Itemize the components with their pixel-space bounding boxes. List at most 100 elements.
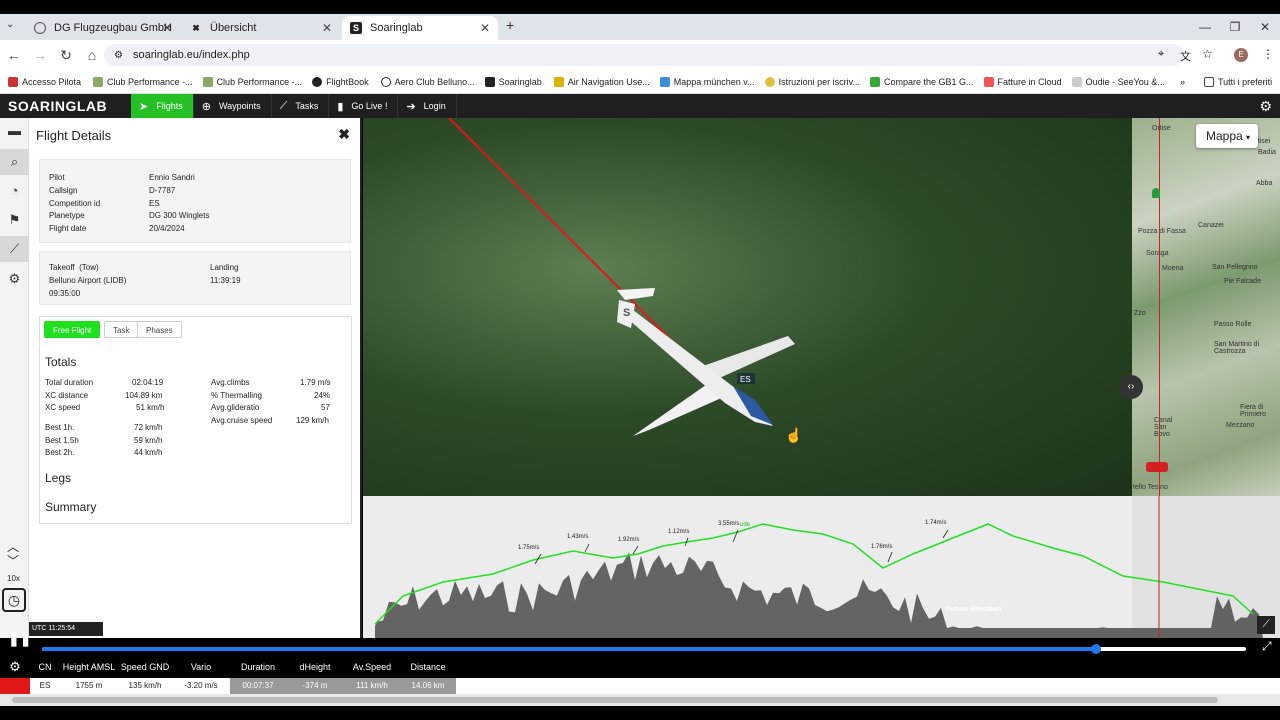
bookmark-item[interactable]: Accesso Pilota [8,76,81,87]
map-label: Mezzano [1226,422,1255,429]
bookmark-icon [93,76,104,87]
stats-settings-gear-icon[interactable]: ⚙ [4,656,26,678]
flight-3d-view[interactable]: S ES ☝ [363,118,1132,496]
bookmark-item[interactable]: Aero Club Belluno... [380,76,475,87]
bookmark-item[interactable]: Club Performance -... [93,76,193,87]
summary-heading[interactable]: Summary [45,500,96,514]
profile-avatar[interactable]: E [1234,48,1248,62]
translate-icon[interactable]: 文 [1180,48,1191,64]
search-icon[interactable]: ⌕ [0,149,29,175]
stat-label: % Thermalling [211,391,262,400]
flag-icon[interactable]: ⚑ [0,207,29,233]
stat-value: 57 [321,403,330,412]
info-label: Flight date [49,224,87,233]
new-tab-button[interactable]: + [506,17,514,33]
bookmarks-overflow-icon[interactable]: » [1180,77,1185,87]
terrain-label: Terrain Elevation [945,606,1001,613]
menu-tasks[interactable]: ⟋ Tasks [272,94,330,118]
task-icon[interactable]: ⟋ [0,236,29,262]
minimize-icon[interactable]: — [1190,14,1220,40]
stat-value: 129 km/h [296,416,329,425]
stats-header: Duration [240,662,276,672]
tab-search-icon[interactable]: ⌄ [6,19,14,30]
bookmark-item[interactable]: Mappa münchen v... [659,76,755,87]
stats-data-row[interactable]: ES 1755 m 135 km/h -3.20 m/s 00:07:37 -3… [0,678,1280,694]
bookmark-item[interactable]: FlightBook [312,76,369,87]
site-info-icon[interactable]: ⚙ [114,50,123,61]
stats-header: Distance [410,662,446,672]
menu-flights[interactable]: ➤ Flights [131,94,194,118]
tab-phases[interactable]: Phases [137,321,182,338]
bookmark-icon [983,76,994,87]
browser-menu-icon[interactable]: ⋮ [1262,47,1274,61]
takeoff-landing-box: Takeoff (Tow) Belluno Airport (LIDB) 09:… [39,251,351,305]
tab-dg-flugzeugbau[interactable]: DG Flugzeugbau GmbH ✕ [26,16,180,40]
tab-strip: ⌄ DG Flugzeugbau GmbH ✕ ✖ Übersicht ✕ S … [0,14,1280,40]
bookmark-item[interactable]: Fatture in Cloud [983,76,1062,87]
tab-free-flight[interactable]: Free Flight [44,321,101,338]
gauge-icon[interactable]: ◔ [0,178,29,204]
bookmark-icon [202,76,213,87]
menu-login[interactable]: ➔ Login [398,94,457,118]
stat-label: Avg.climbs [211,378,250,387]
legs-heading[interactable]: Legs [45,471,71,485]
map-label: tello Tesino [1133,484,1168,491]
url-field[interactable]: ⚙ soaringlab.eu/index.php [104,44,1184,66]
scrollbar-thumb[interactable] [12,697,1218,703]
settings-gear-icon[interactable]: ⚙ [1259,98,1272,115]
timeline-handle[interactable] [1091,644,1101,654]
bookmark-item[interactable]: Oudie - SeeYou &... [1071,76,1165,87]
climb-label: 1.76m/s [871,544,892,550]
menu-waypoints[interactable]: ⊕ Waypoints [194,94,272,118]
swap-view-icon[interactable]: ‹› [1119,375,1143,399]
stats-header-row: ⚙ CN Height AMSL Speed GND Vario Duratio… [0,656,1280,678]
stopwatch-icon[interactable]: ◷ [2,588,26,612]
gear-icon[interactable]: ⚙ [0,266,29,292]
close-icon[interactable]: ✕ [480,21,490,35]
bookmark-item[interactable]: Soaringlab [484,76,542,87]
close-icon[interactable]: ✕ [162,21,172,35]
close-window-icon[interactable]: ✕ [1250,14,1280,40]
speed-down-icon[interactable]: ﹀ [7,552,19,569]
task-route-icon: ⟋ [279,99,288,112]
app-logo[interactable]: SOARINGLAB [0,98,131,114]
map-label: Ortise [1152,125,1171,132]
pause-icon[interactable]: ❚❚ [8,630,31,647]
joomla-icon: ✖ [192,23,200,33]
tab-task[interactable]: Task [104,321,139,338]
home-icon[interactable]: ⌂ [80,47,104,63]
forward-icon[interactable]: → [28,47,52,63]
map-type-button[interactable]: Mappa ▾ [1196,124,1258,148]
fullscreen-icon[interactable]: ⤢ [1262,639,1272,654]
reload-icon[interactable]: ↻ [54,47,78,64]
bookmark-item[interactable]: Istruzioni per iscriv... [764,76,860,87]
back-icon[interactable]: ← [2,47,26,63]
folder-open-icon[interactable]: ▬ [0,118,29,144]
close-icon[interactable]: ✖ [338,126,350,143]
stat-value: 104.89 km [125,391,163,400]
altitude-profile-chart[interactable]: Terrain Elevation 1.75m/s 1.43m/s 1.92m/… [363,496,1280,638]
map-panel[interactable]: Ortise Canazei Pozza di Fassa Soraga Moe… [1132,118,1280,496]
tab-ubersicht[interactable]: ✖ Übersicht ✕ [182,16,340,40]
location-icon[interactable]: ⌖ [1158,48,1164,61]
bookmark-item[interactable]: Club Performance -... [202,76,302,87]
restore-icon[interactable]: ❐ [1220,14,1250,40]
climb-tick [584,543,590,553]
bookmark-star-icon[interactable]: ☆ [1202,47,1213,61]
tab-soaringlab[interactable]: S Soaringlab ✕ [342,16,498,40]
all-bookmarks[interactable]: Tutti i preferiti [1204,76,1272,87]
altitude-label: ude [740,522,751,528]
stat-value: 1.79 m/s [300,378,331,387]
chart-toggle-icon[interactable]: ⟋ [1257,616,1275,634]
stat-label: Total duration [45,378,94,387]
menu-go-live[interactable]: ▮ Go Live ! [329,94,399,118]
bookmark-item[interactable]: Compare the GB1 G... [870,76,974,87]
close-icon[interactable]: ✕ [322,21,332,35]
bookmark-item[interactable]: Air Navigation Use... [553,76,650,87]
url-text: soaringlab.eu/index.php [132,49,250,61]
map-label: Pozza di Fassa [1138,228,1186,235]
climb-tick [942,529,949,539]
tab-title: Übersicht [210,22,257,34]
bookmarks-bar: Accesso Pilota Club Performance -... Clu… [0,70,1280,94]
screen-top-border [0,0,1280,14]
